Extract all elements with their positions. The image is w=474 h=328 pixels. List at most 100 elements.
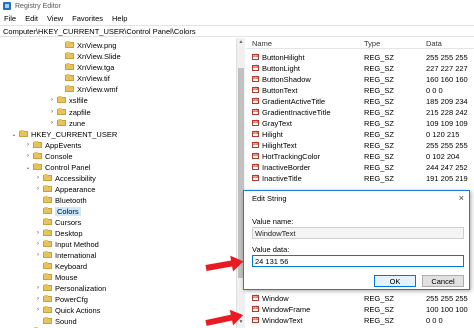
chevron-right-icon[interactable]: ›	[34, 186, 42, 192]
tree-item[interactable]: › zapfile	[48, 107, 91, 117]
chevron-right-icon[interactable]: ›	[24, 142, 32, 148]
chevron-right-icon[interactable]: ›	[48, 97, 56, 103]
menu-help[interactable]: Help	[112, 14, 127, 23]
chevron-right-icon[interactable]: ›	[34, 252, 42, 258]
registry-tree: XnView.png XnView.Slide XnView.tga XnView.t…	[0, 38, 236, 328]
list-item[interactable]: InactiveTitle REG_SZ 191 205 219	[246, 173, 474, 183]
list-item[interactable]: GrayText REG_SZ 109 109 109	[246, 118, 474, 128]
string-value-icon	[252, 97, 259, 104]
chevron-right-icon[interactable]: ›	[24, 153, 32, 159]
value-name: ButtonText	[262, 86, 298, 95]
tree-item-label: XnView.tga	[77, 62, 115, 72]
tree-item[interactable]: ⌄ HKEY_CURRENT_USER	[10, 129, 117, 139]
tree-item[interactable]: › Quick Actions	[34, 305, 100, 315]
value-name: HotTrackingColor	[262, 152, 321, 161]
tree-item[interactable]: Bluetooth	[34, 195, 87, 205]
chevron-right-icon[interactable]: ›	[34, 285, 42, 291]
address-bar[interactable]: Computer\HKEY_CURRENT_USER\Control Panel…	[0, 25, 474, 37]
tree-item[interactable]: › International	[34, 250, 96, 260]
chevron-down-icon[interactable]: ⌄	[10, 131, 18, 138]
tree-item[interactable]: › Personalization	[34, 283, 106, 293]
tree-item[interactable]: ⌄ Control Panel	[24, 162, 90, 172]
folder-icon	[33, 141, 42, 148]
value-type: REG_SZ	[364, 75, 395, 84]
folder-icon	[65, 52, 74, 59]
string-value-icon	[252, 141, 259, 148]
tree-item[interactable]: › zune	[48, 118, 85, 128]
list-item[interactable]: ButtonLight REG_SZ 227 227 227	[246, 63, 474, 73]
chevron-right-icon[interactable]: ›	[34, 175, 42, 181]
value-type: REG_SZ	[364, 64, 395, 73]
list-item[interactable]: Window REG_SZ 255 255 255	[246, 293, 474, 303]
value-data: 244 247 252	[426, 163, 468, 172]
list-item[interactable]: WindowText REG_SZ 0 0 0	[246, 315, 474, 325]
tree-item[interactable]: Keyboard	[34, 261, 87, 271]
tree-item[interactable]: › PowerCfg	[34, 294, 88, 304]
folder-icon	[65, 63, 74, 70]
ok-button[interactable]: OK	[374, 275, 416, 287]
close-icon[interactable]: ×	[459, 193, 464, 203]
value-data: 0 120 215	[426, 130, 460, 139]
tree-item[interactable]: › Desktop	[34, 228, 83, 238]
list-item[interactable]: HilightText REG_SZ 255 255 255	[246, 140, 474, 150]
menu-edit[interactable]: Edit	[25, 14, 38, 23]
tree-item[interactable]: › Console	[24, 151, 73, 161]
dialog-title: Edit String	[252, 194, 287, 203]
tree-item[interactable]: XnView.png	[56, 40, 116, 50]
chevron-down-icon[interactable]: ⌄	[24, 164, 32, 171]
string-value-icon	[252, 163, 259, 170]
tree-item-label: zapfile	[69, 107, 91, 117]
value-name: InactiveTitle	[262, 174, 302, 183]
list-item[interactable]: ButtonShadow REG_SZ 160 160 160	[246, 74, 474, 84]
tree-item-label: Quick Actions	[55, 305, 101, 315]
tree-item-label: International	[55, 250, 97, 260]
tree-item[interactable]: Colors	[34, 206, 81, 216]
list-item[interactable]: ButtonHilight REG_SZ 255 255 255	[246, 52, 474, 62]
value-data-field[interactable]: 24 131 56	[252, 255, 464, 267]
list-item[interactable]: HotTrackingColor REG_SZ 0 102 204	[246, 151, 474, 161]
list-item[interactable]: GradientActiveTitle REG_SZ 185 209 234	[246, 96, 474, 106]
chevron-right-icon[interactable]: ›	[34, 307, 42, 313]
column-name[interactable]: Name	[252, 39, 272, 48]
menu-file[interactable]: File	[4, 14, 16, 23]
chevron-right-icon[interactable]: ›	[48, 120, 56, 126]
tree-item-label: Accessibility	[55, 173, 96, 183]
string-value-icon	[252, 294, 259, 301]
tree-item[interactable]: XnView.Slide	[56, 51, 121, 61]
tree-item[interactable]: › AppEvents	[24, 140, 81, 150]
tree-item[interactable]: XnView.wmf	[56, 84, 118, 94]
tree-item-label: Desktop	[55, 228, 83, 238]
scroll-up-icon[interactable]: ▲	[237, 39, 245, 47]
column-type[interactable]: Type	[364, 39, 380, 48]
tree-item[interactable]: Cursors	[34, 217, 81, 227]
chevron-right-icon[interactable]: ›	[34, 296, 42, 302]
list-item[interactable]: InactiveBorder REG_SZ 244 247 252	[246, 162, 474, 172]
tree-item[interactable]: › Input Method	[34, 239, 99, 249]
value-name: HilightText	[262, 141, 297, 150]
tree-item[interactable]: › Appearance	[34, 184, 95, 194]
value-name: ButtonHilight	[262, 53, 305, 62]
tree-item[interactable]: Sound	[34, 316, 77, 326]
chevron-right-icon[interactable]: ›	[48, 109, 56, 115]
tree-item[interactable]: XnView.tga	[56, 62, 114, 72]
list-item[interactable]: Hilight REG_SZ 0 120 215	[246, 129, 474, 139]
cancel-button[interactable]: Cancel	[422, 275, 464, 287]
tree-item[interactable]: › Accessibility	[34, 173, 96, 183]
value-data: 100 100 100	[426, 305, 468, 314]
folder-icon	[33, 163, 42, 170]
column-data[interactable]: Data	[426, 39, 442, 48]
value-name-field[interactable]: WindowText	[252, 227, 464, 239]
list-item[interactable]: WindowFrame REG_SZ 100 100 100	[246, 304, 474, 314]
folder-icon	[19, 130, 28, 137]
list-item[interactable]: GradientInactiveTitle REG_SZ 215 228 242	[246, 107, 474, 117]
tree-item[interactable]: XnView.tif	[56, 73, 110, 83]
folder-icon	[57, 108, 66, 115]
value-data: 255 255 255	[426, 294, 468, 303]
tree-item[interactable]: Mouse	[34, 272, 78, 282]
menu-view[interactable]: View	[47, 14, 63, 23]
chevron-right-icon[interactable]: ›	[34, 230, 42, 236]
tree-item[interactable]: › xslfile	[48, 95, 88, 105]
chevron-right-icon[interactable]: ›	[34, 241, 42, 247]
list-item[interactable]: ButtonText REG_SZ 0 0 0	[246, 85, 474, 95]
menu-favorites[interactable]: Favorites	[72, 14, 103, 23]
